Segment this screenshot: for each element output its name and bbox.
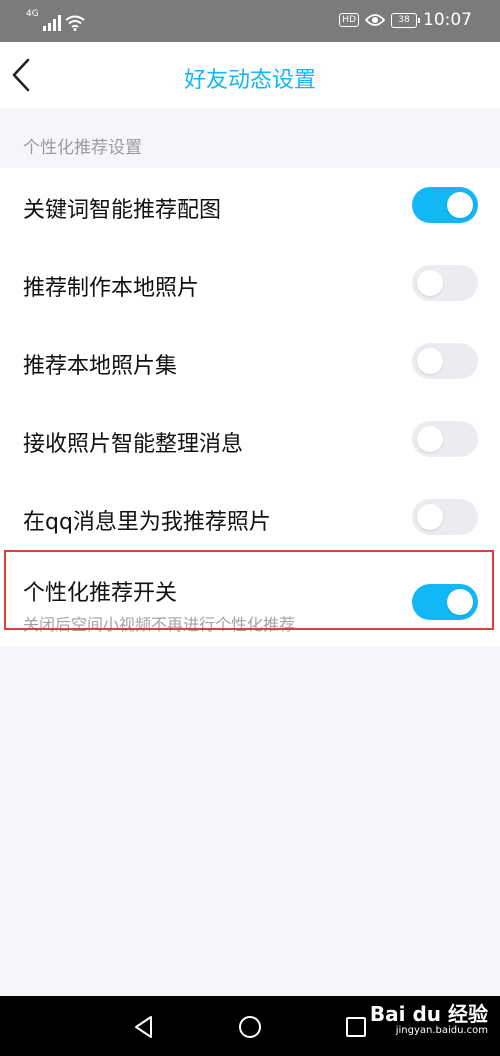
setting-label: 关键词智能推荐配图 xyxy=(23,198,222,223)
setting-row-keyword-images: 关键词智能推荐配图 xyxy=(0,168,500,246)
toggle-switch[interactable] xyxy=(412,421,478,457)
setting-label: 接收照片智能整理消息 xyxy=(23,432,244,457)
hd-badge: HD xyxy=(339,13,359,27)
setting-row-photo-organize-messages: 接收照片智能整理消息 xyxy=(0,402,500,480)
network-type: 4G xyxy=(26,9,39,19)
battery-level: 38 xyxy=(398,14,410,25)
nav-bar: 好友动态设置 xyxy=(0,42,500,108)
home-circle-icon[interactable] xyxy=(237,1014,263,1040)
setting-row-qq-photo-recommend: 在qq消息里为我推荐照片 xyxy=(0,480,500,558)
recents-square-icon[interactable] xyxy=(343,1014,369,1040)
toggle-knob xyxy=(447,589,473,615)
signal-icon xyxy=(42,15,61,31)
toggle-switch[interactable] xyxy=(412,343,478,379)
toggle-knob xyxy=(417,270,443,296)
page-title: 好友动态设置 xyxy=(183,68,316,93)
setting-row-personalized-recommend: 个性化推荐开关 关闭后空间小视频不再进行个性化推荐 xyxy=(0,558,500,646)
watermark-url: jingyan.baidu.com xyxy=(395,1025,488,1036)
toggle-switch[interactable] xyxy=(412,584,478,620)
toggle-knob xyxy=(417,504,443,530)
setting-row-local-albums: 推荐本地照片集 xyxy=(0,324,500,402)
watermark-logo: Bai du 经验 xyxy=(369,1002,488,1026)
setting-label: 推荐制作本地照片 xyxy=(23,276,200,301)
status-right: HD 38 10:07 xyxy=(339,10,472,30)
toggle-switch[interactable] xyxy=(412,265,478,301)
system-nav-bar: Bai du 经验 jingyan.baidu.com xyxy=(0,996,500,1056)
signal-group: 4G xyxy=(26,10,85,31)
toggle-knob xyxy=(447,192,473,218)
wifi-icon xyxy=(65,15,85,31)
eye-icon xyxy=(365,14,385,26)
toggle-switch[interactable] xyxy=(412,499,478,535)
settings-list: 关键词智能推荐配图 推荐制作本地照片 推荐本地照片集 接收照片智能整理消息 在q… xyxy=(0,168,500,646)
setting-subtitle: 关闭后空间小视频不再进行个性化推荐 xyxy=(23,615,296,634)
setting-label: 个性化推荐开关 xyxy=(23,581,178,606)
setting-label: 推荐本地照片集 xyxy=(23,354,178,379)
back-triangle-icon[interactable] xyxy=(131,1014,157,1040)
toggle-knob xyxy=(417,348,443,374)
setting-row-make-local-photos: 推荐制作本地照片 xyxy=(0,246,500,324)
toggle-switch[interactable] xyxy=(412,187,478,223)
section-header: 个性化推荐设置 xyxy=(23,138,142,158)
toggle-knob xyxy=(417,426,443,452)
baidu-watermark: Bai du 经验 jingyan.baidu.com xyxy=(370,1004,488,1038)
status-bar: 4G HD 38 10:07 xyxy=(0,0,500,42)
clock: 10:07 xyxy=(423,10,472,30)
setting-label: 在qq消息里为我推荐照片 xyxy=(23,510,271,535)
battery-icon: 38 xyxy=(391,12,420,28)
